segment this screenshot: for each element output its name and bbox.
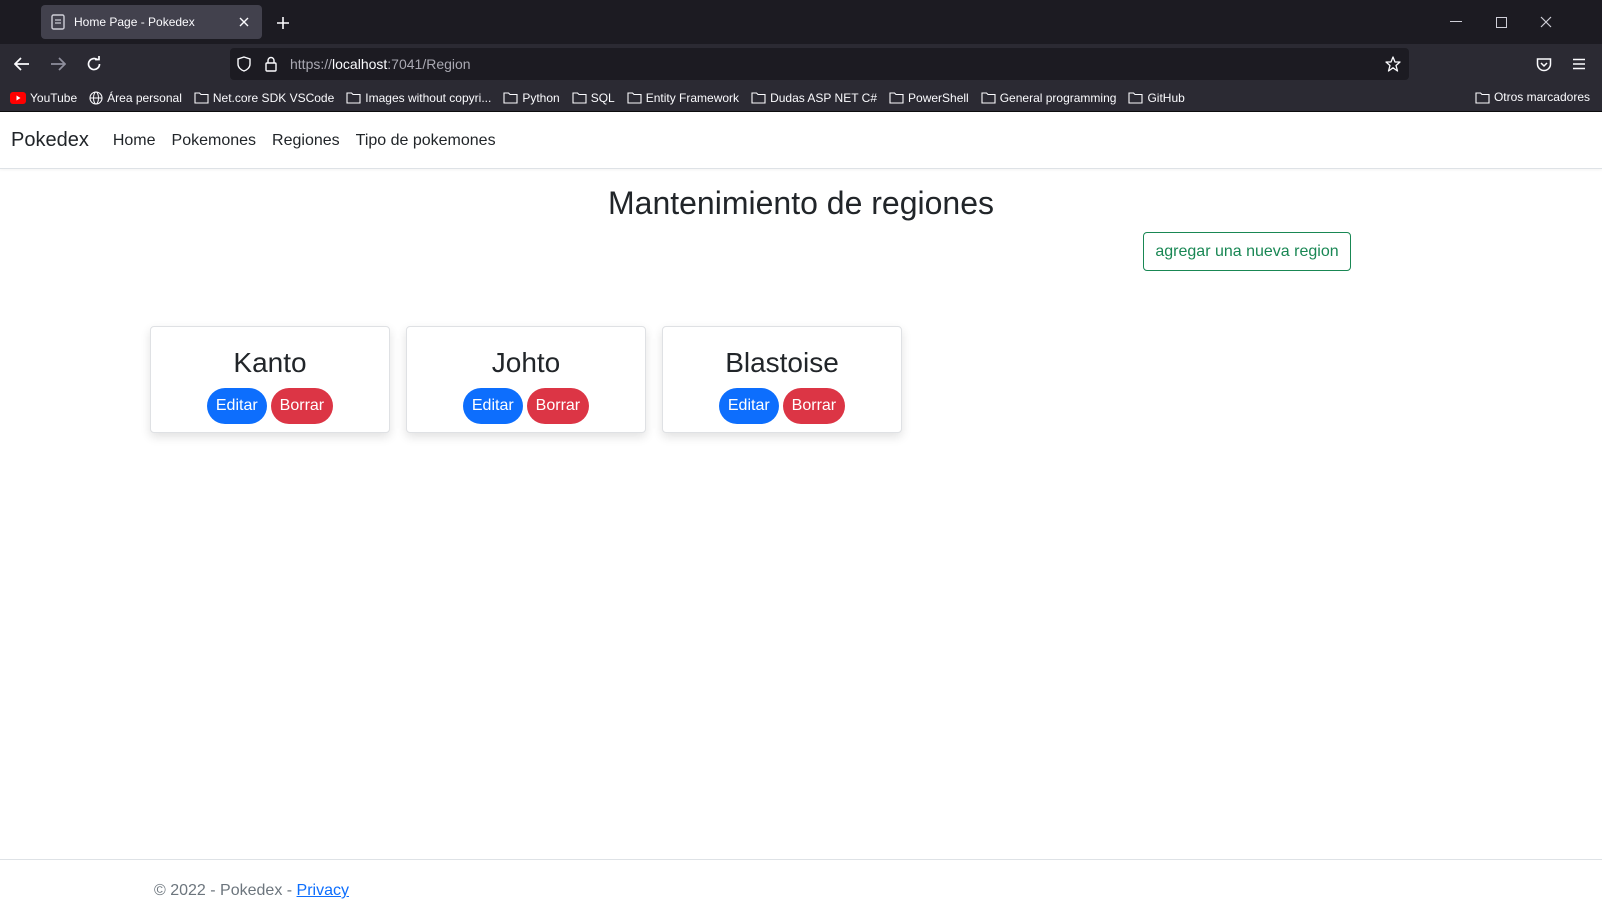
nav-link-home[interactable]: Home: [113, 132, 156, 150]
region-name: Blastoise: [725, 347, 839, 378]
other-bookmarks[interactable]: Otros marcadores: [1475, 90, 1590, 104]
back-arrow-icon[interactable]: [11, 53, 33, 75]
bookmark-entity-framework[interactable]: Entity Framework: [627, 91, 739, 105]
region-card: Blastoise Editar Borrar: [662, 326, 902, 433]
shield-icon[interactable]: [235, 55, 253, 73]
card-actions: Editar Borrar: [151, 388, 389, 424]
folder-icon: [1475, 91, 1490, 104]
new-tab-icon[interactable]: [272, 12, 294, 34]
browser-tab-active[interactable]: Home Page - Pokedex: [41, 5, 262, 39]
bookmark-python[interactable]: Python: [503, 90, 560, 105]
bookmark-label: Área personal: [107, 90, 182, 105]
bookmark-area-personal[interactable]: Área personal: [89, 91, 182, 105]
bookmark-star-icon[interactable]: [1384, 55, 1402, 73]
edit-button[interactable]: Editar: [718, 388, 779, 424]
delete-button[interactable]: Borrar: [526, 388, 590, 424]
url-scheme: https://: [290, 56, 333, 72]
bookmark-label: Python: [522, 90, 560, 105]
browser-toolbar: https://localhost:7041/Region: [0, 44, 1602, 84]
region-card: Johto Editar Borrar: [406, 326, 646, 433]
bookmark-netcore-sdk[interactable]: Net.core SDK VSCode: [194, 91, 334, 105]
brand-link[interactable]: Pokedex: [11, 129, 89, 152]
close-window-icon[interactable]: [1536, 12, 1556, 32]
browser-tab-bar: Home Page - Pokedex: [0, 0, 1602, 44]
region-card: Kanto Editar Borrar: [150, 326, 390, 433]
tab-title: Home Page - Pokedex: [74, 15, 195, 29]
bookmark-sql[interactable]: SQL: [572, 91, 615, 105]
page-title: Mantenimiento de regiones: [607, 185, 994, 221]
maximize-icon[interactable]: [1491, 12, 1511, 32]
folder-icon: [346, 92, 361, 104]
folder-icon: [627, 92, 642, 104]
bookmark-powershell[interactable]: PowerShell: [889, 91, 969, 105]
folder-icon: [981, 92, 996, 104]
bookmark-github[interactable]: GitHub: [1128, 90, 1185, 105]
folder-icon: [572, 92, 587, 104]
bookmark-label: Images without copyri...: [365, 90, 492, 105]
bookmark-label: Net.core SDK VSCode: [212, 90, 335, 105]
bookmark-label: SQL: [590, 90, 615, 105]
bookmark-youtube[interactable]: YouTube: [10, 91, 77, 105]
address-bar[interactable]: https://localhost:7041/Region: [230, 48, 1409, 80]
site-footer: © 2022 - Pokedex - Privacy: [0, 859, 1602, 919]
url-path: :7041/Region: [387, 56, 471, 72]
card-actions: Editar Borrar: [663, 388, 901, 424]
page-icon: [51, 14, 65, 30]
folder-icon: [503, 92, 518, 104]
minimize-icon[interactable]: [1446, 12, 1466, 32]
url-host: localhost: [332, 56, 388, 72]
copyright-text: © 2022 - Pokedex -: [154, 882, 297, 899]
pocket-icon[interactable]: [1533, 53, 1555, 75]
page-content: Pokedex Home Pokemones Regiones Tipo de …: [0, 113, 1602, 919]
folder-icon: [194, 92, 209, 104]
privacy-link[interactable]: Privacy: [297, 882, 349, 899]
folder-icon: [889, 92, 904, 104]
bookmark-label: Entity Framework: [645, 90, 740, 105]
region-name: Johto: [491, 347, 561, 378]
folder-icon: [751, 92, 766, 104]
bookmark-label: YouTube: [30, 90, 78, 105]
url-text: https://localhost:7041/Region: [290, 56, 471, 72]
bookmark-label: Dudas ASP NET C#: [770, 90, 878, 105]
bookmark-label: GitHub: [1147, 90, 1185, 105]
other-bookmarks-label: Otros marcadores: [1493, 90, 1590, 104]
folder-icon: [1128, 92, 1143, 104]
card-actions: Editar Borrar: [407, 388, 645, 424]
bookmark-label: General programming: [999, 90, 1117, 105]
bookmark-images[interactable]: Images without copyri...: [346, 91, 491, 105]
nav-link-pokemones[interactable]: Pokemones: [172, 132, 257, 150]
nav-link-regiones[interactable]: Regiones: [272, 132, 340, 150]
menu-hamburger-icon[interactable]: [1568, 53, 1590, 75]
bookmark-general-programming[interactable]: General programming: [981, 90, 1117, 105]
site-navbar: Pokedex Home Pokemones Regiones Tipo de …: [0, 113, 1602, 169]
youtube-icon: [10, 91, 26, 104]
edit-button[interactable]: Editar: [462, 388, 523, 424]
bookmark-label: PowerShell: [908, 90, 969, 105]
nav-link-tipo-pokemones[interactable]: Tipo de pokemones: [356, 132, 496, 150]
edit-button[interactable]: Editar: [206, 388, 267, 424]
footer-text: © 2022 - Pokedex - Privacy: [154, 882, 349, 900]
delete-button[interactable]: Borrar: [270, 388, 334, 424]
delete-button[interactable]: Borrar: [782, 388, 846, 424]
add-region-button[interactable]: agregar una nueva region: [1143, 232, 1351, 271]
forward-arrow-icon[interactable]: [47, 53, 69, 75]
region-name: Kanto: [233, 347, 307, 378]
bookmark-dudas-asp[interactable]: Dudas ASP NET C#: [751, 91, 877, 105]
reload-icon[interactable]: [83, 53, 105, 75]
close-tab-icon[interactable]: [236, 14, 252, 30]
lock-icon[interactable]: [262, 55, 280, 73]
bookmarks-toolbar: YouTube Área personal Net.core SDK VSCod…: [0, 84, 1602, 112]
globe-icon: [89, 90, 103, 105]
